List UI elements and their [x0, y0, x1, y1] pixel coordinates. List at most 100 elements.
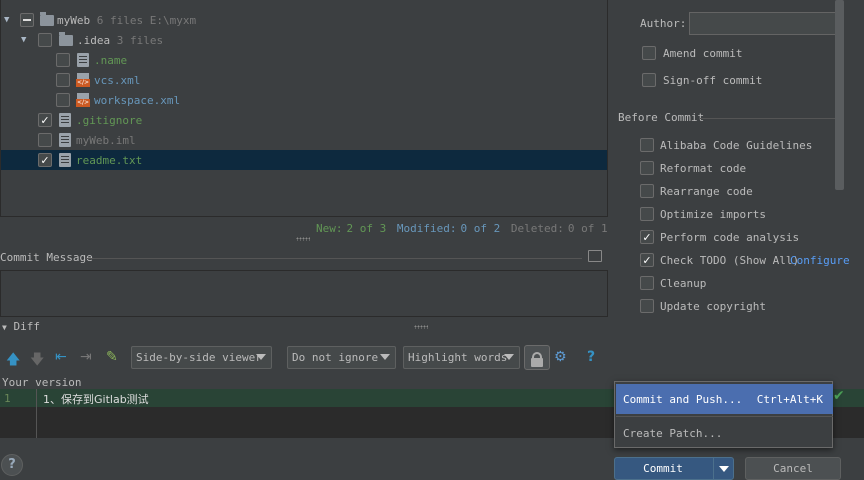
option-checkbox-checked[interactable]: ✓: [640, 253, 654, 267]
checkbox[interactable]: ✓: [38, 153, 52, 167]
tree-row-gitignore[interactable]: ✓ .gitignore: [1, 110, 607, 130]
diff-label-text: Diff: [13, 320, 40, 333]
new-label: New:: [316, 222, 343, 235]
partial-checkbox[interactable]: [20, 13, 34, 27]
lock-button[interactable]: [524, 345, 550, 370]
file-icon: [77, 53, 89, 67]
checkbox[interactable]: [38, 33, 52, 47]
your-version-label: Your version: [2, 376, 82, 389]
ignore-select-value: Do not ignore: [292, 351, 379, 364]
checkbox[interactable]: ✓: [38, 113, 52, 127]
author-input[interactable]: [689, 12, 840, 35]
tree-label: readme.txt: [76, 153, 143, 167]
line-number: 1: [4, 392, 11, 405]
help-button[interactable]: ?: [1, 454, 23, 476]
before-commit-heading: Before Commit: [618, 111, 705, 124]
edit-icon[interactable]: ✎: [106, 349, 118, 365]
previous-difference-icon[interactable]: 🡅: [6, 349, 20, 373]
option-checkbox[interactable]: [640, 138, 654, 152]
new-value: 2 of 3: [346, 222, 387, 235]
expand-arrow-icon[interactable]: ▼: [21, 35, 26, 45]
commit-message-label: Commit Message: [0, 251, 93, 264]
option-cleanup[interactable]: Cleanup: [660, 277, 706, 290]
checkbox[interactable]: [38, 133, 52, 147]
modified-label: Modified:: [396, 222, 457, 235]
tree-row-vcs[interactable]: vcs.xml: [1, 70, 607, 90]
option-rearrange-code[interactable]: Rearrange code: [660, 185, 753, 198]
commit-button-label: Commit: [643, 462, 683, 475]
option-checkbox[interactable]: [640, 161, 654, 175]
change-stats: New: 2 of 3 Modified: 0 of 2 Deleted: 0 of …: [316, 222, 612, 235]
commit-message-input[interactable]: [0, 270, 608, 317]
lock-body: [531, 358, 543, 367]
amend-commit-label[interactable]: Amend commit: [663, 47, 742, 60]
configure-link[interactable]: Configure: [790, 254, 850, 267]
sign-off-checkbox[interactable]: [642, 73, 656, 87]
tree-row-name[interactable]: .name: [1, 50, 607, 70]
chevron-down-icon[interactable]: [719, 466, 729, 472]
ignore-select[interactable]: Do not ignore: [287, 346, 396, 369]
check-icon: ✔: [833, 388, 845, 404]
sign-off-label[interactable]: Sign-off commit: [663, 74, 762, 87]
tree-row-workspace[interactable]: workspace.xml: [1, 90, 607, 110]
commit-dropdown-menu: Commit and Push... Ctrl+Alt+K Create Pat…: [614, 381, 833, 448]
deleted-label: Deleted:: [510, 222, 564, 235]
option-reformat-code[interactable]: Reformat code: [660, 162, 746, 175]
tree-row-readme[interactable]: ✓ readme.txt: [1, 150, 607, 170]
editor-line-text[interactable]: 1、保存到Gitlab测试: [43, 391, 149, 407]
message-history-icon[interactable]: [588, 250, 602, 262]
option-optimize-imports[interactable]: Optimize imports: [660, 208, 766, 221]
option-checkbox[interactable]: [640, 299, 654, 313]
tree-label: vcs.xml: [94, 73, 141, 87]
menu-item-commit-and-push[interactable]: Commit and Push... Ctrl+Alt+K: [616, 384, 833, 414]
viewer-select[interactable]: Side-by-side viewer: [131, 346, 272, 369]
option-alibaba-guidelines[interactable]: Alibaba Code Guidelines: [660, 139, 812, 152]
menu-item-label: Create Patch...: [623, 426, 723, 440]
cancel-button[interactable]: Cancel: [745, 457, 841, 480]
option-checkbox-checked[interactable]: ✓: [640, 230, 654, 244]
chevron-down-icon: [380, 354, 390, 360]
compare-icon[interactable]: ⇥: [80, 349, 92, 365]
changes-tree: ▼ myWeb 6 files E:\myxm ▼ .idea 3 files …: [0, 0, 608, 217]
tree-row-idea[interactable]: ▼ .idea 3 files: [1, 30, 607, 50]
viewer-select-value: Side-by-side viewer: [136, 351, 262, 364]
splitter-grip[interactable]: [296, 237, 310, 241]
next-difference-icon[interactable]: 🡇: [30, 349, 44, 373]
gear-icon[interactable]: ⚙: [554, 349, 567, 365]
separator: [700, 118, 843, 119]
highlight-select[interactable]: Highlight words: [403, 346, 520, 369]
option-checkbox[interactable]: [640, 184, 654, 198]
option-checkbox[interactable]: [640, 207, 654, 221]
jump-to-source-icon[interactable]: ⇤: [55, 349, 67, 365]
menu-item-create-patch[interactable]: Create Patch...: [616, 419, 833, 447]
scrollbar[interactable]: [835, 0, 844, 190]
amend-commit-checkbox[interactable]: [642, 46, 656, 60]
tree-label: .name: [94, 53, 128, 67]
tree-row-myweb[interactable]: ▼ myWeb 6 files E:\myxm: [1, 10, 607, 30]
expand-arrow-icon[interactable]: ▼: [4, 15, 9, 25]
diff-section-label[interactable]: ▼ Diff: [2, 320, 40, 333]
tree-label: workspace.xml: [94, 93, 181, 107]
xml-file-icon: [76, 73, 90, 87]
author-label: Author:: [640, 17, 687, 30]
file-icon: [59, 133, 71, 147]
tree-label: myWeb 6 files E:\myxm: [57, 13, 197, 27]
menu-separator: [616, 416, 833, 417]
chevron-down-icon: [256, 354, 266, 360]
separator: [86, 258, 582, 259]
option-check-todo[interactable]: Check TODO (Show All): [660, 254, 799, 267]
tree-label: myWeb.iml: [76, 133, 136, 147]
chevron-down-icon: [504, 354, 514, 360]
checkbox[interactable]: [56, 93, 70, 107]
checkbox[interactable]: [56, 73, 70, 87]
checkbox[interactable]: [56, 53, 70, 67]
option-update-copyright[interactable]: Update copyright: [660, 300, 766, 313]
help-icon[interactable]: ?: [587, 349, 595, 365]
option-checkbox[interactable]: [640, 276, 654, 290]
tree-label: .gitignore: [76, 113, 143, 127]
tree-row-iml[interactable]: myWeb.iml: [1, 130, 607, 150]
shortcut-label: Ctrl+Alt+K: [756, 392, 823, 406]
splitter-grip[interactable]: [414, 325, 428, 329]
option-perform-code-analysis[interactable]: Perform code analysis: [660, 231, 799, 244]
commit-button[interactable]: Commit: [614, 457, 734, 480]
